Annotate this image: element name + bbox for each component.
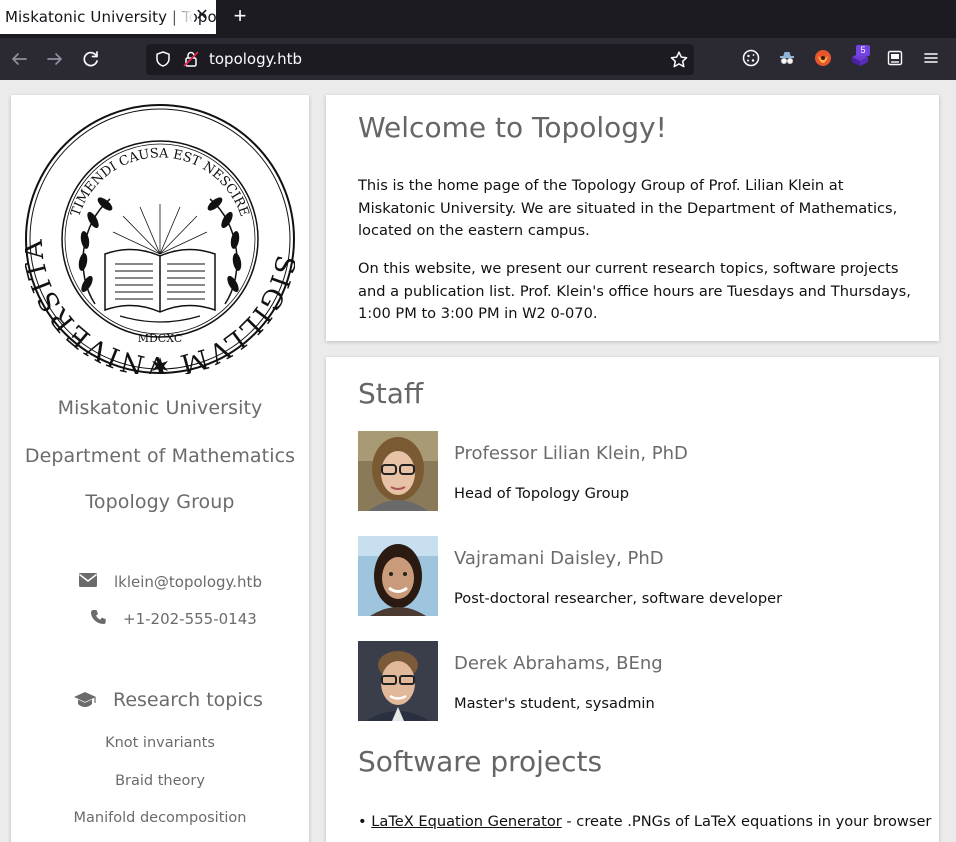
staff-name: Derek Abrahams, BEng (454, 653, 663, 674)
staff-photo (358, 641, 438, 721)
forward-icon[interactable] (44, 48, 66, 70)
close-tab-icon[interactable]: ✕ (194, 8, 210, 24)
fox-extension-icon[interactable] (813, 48, 833, 68)
menu-icon[interactable] (921, 48, 941, 68)
department-name: Department of Mathematics (24, 445, 296, 467)
research-topics-heading: Research topics (11, 687, 309, 715)
sidebar: SIGILLVM VNIVERSITATIS MISKATONICIENSIS … (10, 80, 309, 842)
welcome-card: Welcome to Topology! This is the home pa… (326, 95, 939, 341)
topic-item[interactable]: Braid theory (11, 773, 309, 789)
seal-year: MDCXC (138, 332, 183, 345)
url-text[interactable]: topology.htb (209, 50, 302, 68)
staff-card: Staff Professor Lilian Klein, PhD Head o… (326, 357, 939, 842)
staff-role: Master's student, sysadmin (454, 695, 655, 712)
latex-generator-link[interactable]: LaTeX Equation Generator (371, 813, 562, 830)
new-tab-icon[interactable]: + (230, 5, 250, 29)
back-icon[interactable] (8, 48, 30, 70)
phone-contact: +1-202-555-0143 (11, 608, 309, 630)
bullet: • (358, 813, 367, 830)
topic-item[interactable]: Manifold decomposition (11, 810, 309, 826)
email-link[interactable]: lklein@topology.htb (114, 573, 262, 591)
graduation-cap-icon (73, 691, 97, 714)
browser-tab[interactable]: Miskatonic University | Topology Group ✕ (0, 0, 216, 34)
research-topics-title: Research topics (113, 689, 263, 711)
project-description: - create .PNGs of LaTeX equations in you… (561, 813, 932, 830)
staff-role: Post-doctoral researcher, software devel… (454, 590, 783, 607)
university-seal: SIGILLVM VNIVERSITATIS MISKATONICIENSIS … (10, 80, 299, 381)
navigation-bar: topology.htb 5 (0, 38, 956, 80)
staff-name: Professor Lilian Klein, PhD (454, 443, 688, 464)
welcome-paragraph-2: On this website, we present our current … (358, 260, 911, 322)
staff-member: Vajramani Daisley, PhD Post-doctoral res… (358, 536, 918, 616)
staff-member: Derek Abrahams, BEng Master's student, s… (358, 641, 918, 721)
staff-name: Vajramani Daisley, PhD (454, 548, 664, 569)
address-bar[interactable]: topology.htb (146, 44, 694, 75)
shield-icon[interactable] (154, 50, 172, 73)
software-title: Software projects (358, 745, 603, 778)
phone-number: +1-202-555-0143 (123, 610, 257, 628)
staff-photo (358, 431, 438, 511)
staff-member: Professor Lilian Klein, PhD Head of Topo… (358, 431, 918, 511)
topic-item[interactable]: Knot invariants (11, 735, 309, 751)
envelope-icon (77, 572, 99, 594)
extension-badge: 5 (856, 45, 870, 56)
spy-extension-icon[interactable] (777, 48, 797, 68)
insecure-lock-icon[interactable] (182, 50, 200, 73)
image-extension-icon[interactable] (885, 48, 905, 68)
cookie-extension-icon[interactable] (741, 48, 761, 68)
bookmark-star-icon[interactable] (669, 50, 689, 75)
staff-title: Staff (358, 377, 424, 410)
welcome-paragraph-1: This is the home page of the Topology Gr… (358, 177, 898, 239)
welcome-title: Welcome to Topology! (358, 111, 667, 144)
staff-role: Head of Topology Group (454, 485, 630, 502)
tab-bar: Miskatonic University | Topology Group ✕… (0, 0, 956, 38)
phone-icon (87, 609, 109, 631)
tab-title-fade (166, 0, 194, 34)
email-contact[interactable]: lklein@topology.htb (11, 571, 309, 593)
software-project-item: • LaTeX Equation Generator - create .PNG… (358, 813, 931, 830)
reload-icon[interactable] (80, 48, 102, 70)
staff-photo (358, 536, 438, 616)
university-name: Miskatonic University (57, 397, 263, 419)
group-name: Topology Group (85, 491, 235, 513)
